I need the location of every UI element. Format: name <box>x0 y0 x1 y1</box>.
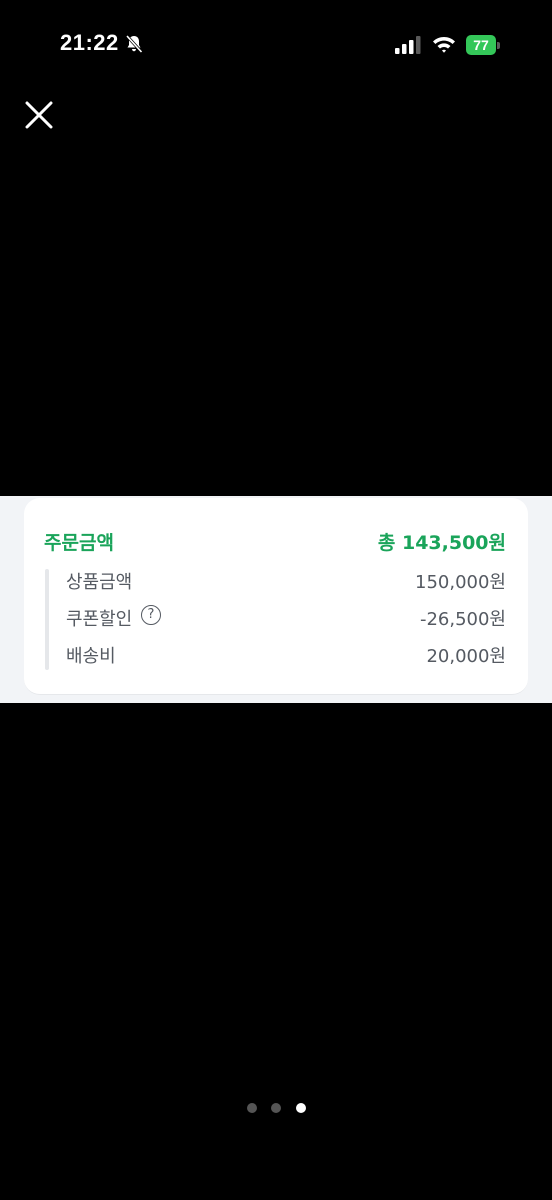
battery-cap <box>497 42 500 49</box>
product-amount-row: 상품금액 150,000원 <box>66 568 506 594</box>
coupon-discount-label: 쿠폰할인 <box>66 609 133 630</box>
page-dot-1[interactable] <box>247 1103 257 1113</box>
shipping-fee-value: 20,000원 <box>426 646 506 667</box>
wifi-icon <box>433 37 455 53</box>
cellular-signal-icon <box>395 36 421 54</box>
image-viewer-content: 주문금액 총 143,500원 상품금액 150,000원 쿠폰할인 ? -26… <box>0 496 552 703</box>
status-time: 21:22 <box>60 30 119 55</box>
order-amount-title: 주문금액 <box>44 532 114 554</box>
product-amount-value: 150,000원 <box>415 572 506 593</box>
page-indicator <box>246 1102 308 1114</box>
coupon-discount-value: -26,500원 <box>419 609 506 630</box>
order-total-amount: 총 143,500원 <box>377 532 506 554</box>
close-button[interactable] <box>22 98 56 132</box>
shipping-fee-row: 배송비 20,000원 <box>66 642 506 668</box>
battery-charging-icon: 77 <box>466 35 500 55</box>
page-dot-2[interactable] <box>271 1103 281 1113</box>
order-summary-card: 주문금액 총 143,500원 상품금액 150,000원 쿠폰할인 ? -26… <box>24 498 528 695</box>
page-dot-3-active[interactable] <box>296 1103 306 1113</box>
help-icon[interactable]: ? <box>141 605 161 625</box>
status-bar: 21:22 77 <box>0 0 552 90</box>
coupon-discount-row: 쿠폰할인 ? -26,500원 <box>66 605 506 631</box>
shipping-fee-label: 배송비 <box>66 646 116 667</box>
order-summary-header: 주문금액 총 143,500원 <box>44 528 506 558</box>
battery-level: 77 <box>473 37 489 53</box>
detail-divider-bar <box>45 569 49 670</box>
bell-off-icon <box>125 34 143 54</box>
product-amount-label: 상품금액 <box>66 572 133 593</box>
close-icon <box>25 101 53 129</box>
